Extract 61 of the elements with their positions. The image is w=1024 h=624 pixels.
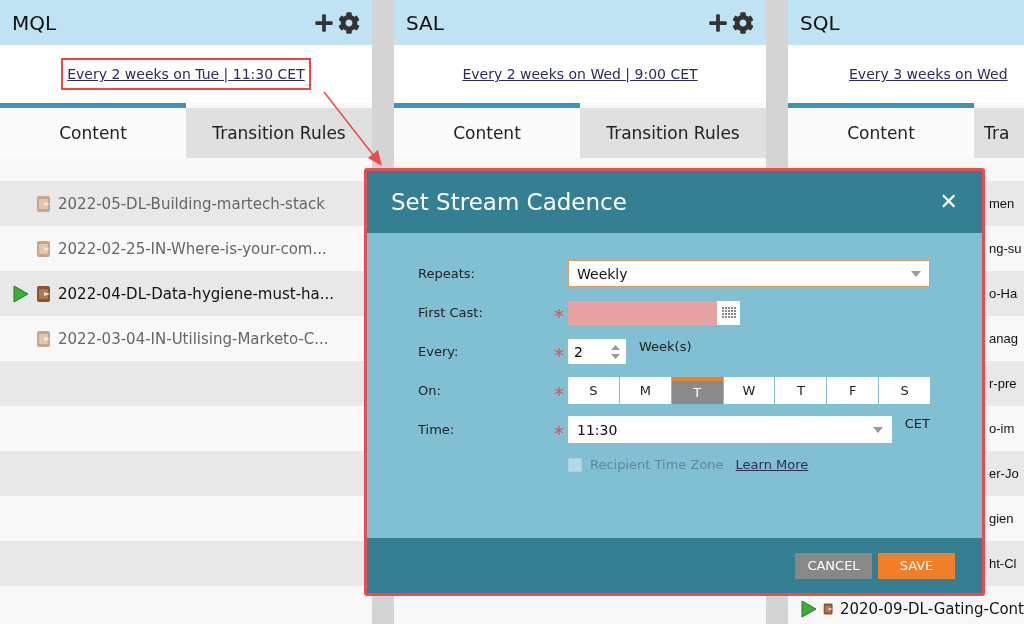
settings-icon[interactable]: [338, 11, 360, 34]
time-select[interactable]: 11:30: [568, 416, 892, 443]
calendar-button[interactable]: [717, 300, 740, 325]
document-icon: [36, 239, 52, 258]
repeats-select[interactable]: Weekly: [568, 260, 930, 287]
required-mark: *: [554, 302, 565, 326]
timezone-label: CET: [904, 416, 930, 431]
caret-icon: [911, 270, 921, 277]
tab[interactable]: Transition Rules: [580, 108, 766, 158]
day-toggle[interactable]: F: [827, 377, 879, 404]
settings-icon[interactable]: [732, 11, 754, 34]
number-spinner[interactable]: 2: [568, 339, 626, 364]
content-item[interactable]: o-im: [989, 421, 1015, 436]
content-item[interactable]: ng-su: [989, 241, 1022, 256]
cadence-link[interactable]: Every 2 weeks on Tue | 11:30 CET: [61, 58, 311, 90]
content-item[interactable]: men: [989, 196, 1015, 211]
checkbox-label: Recipient Time Zone: [590, 457, 724, 472]
document-icon: [36, 194, 52, 213]
tab[interactable]: Tra: [974, 108, 1024, 158]
content-item[interactable]: ht-Cl: [989, 556, 1017, 571]
document-icon: [36, 329, 52, 348]
play-icon: [801, 599, 817, 618]
field-label: Every:: [418, 344, 460, 359]
dialog-title: Set Stream Cadence: [391, 189, 627, 215]
stream-title: SQL: [800, 10, 840, 35]
required-mark: *: [554, 380, 565, 404]
field-label: Repeats:: [418, 266, 476, 281]
day-toggle[interactable]: M: [619, 377, 671, 404]
caret-icon: [872, 426, 883, 433]
date-field[interactable]: [568, 300, 717, 325]
required-mark: *: [554, 419, 565, 443]
day-toggle[interactable]: W: [723, 377, 775, 404]
add-icon[interactable]: [708, 12, 728, 33]
add-icon[interactable]: [314, 12, 334, 33]
cancel-button[interactable]: CANCEL: [795, 552, 872, 579]
day-toggle[interactable]: S: [879, 377, 930, 404]
required-mark: *: [554, 341, 565, 365]
play-icon: [13, 284, 29, 303]
content-item[interactable]: r-pre: [989, 376, 1017, 391]
content-item[interactable]: 2022-02-25-IN-Where-is-your-com...: [58, 239, 327, 258]
day-toggle[interactable]: S: [568, 377, 619, 404]
field-label: First Cast:: [418, 305, 484, 320]
unit-label: Week(s): [639, 339, 692, 354]
content-item[interactable]: er-Jo: [989, 466, 1019, 481]
stream-title: SAL: [406, 10, 444, 35]
document-icon: [36, 284, 52, 303]
calendar-icon: [721, 307, 736, 318]
content-item[interactable]: anag: [989, 331, 1018, 346]
stream-title: MQL: [12, 10, 57, 35]
tab[interactable]: Transition Rules: [186, 108, 372, 158]
content-item[interactable]: o-Ha: [989, 286, 1018, 301]
content-item[interactable]: 2022-03-04-IN-Utilising-Marketo-C...: [58, 329, 329, 348]
content-item[interactable]: 2022-04-DL-Data-hygiene-must-ha...: [58, 284, 335, 303]
close-button[interactable]: ✕: [939, 191, 958, 213]
field-label: Time:: [418, 422, 456, 437]
field-label: On:: [418, 383, 442, 398]
content-item[interactable]: gien: [989, 511, 1014, 526]
content-item[interactable]: 2020-09-DL-Gating-Cont: [839, 599, 1024, 618]
content-item[interactable]: 2022-05-DL-Building-martech-stack: [58, 194, 325, 213]
learn-more-link[interactable]: Learn More: [735, 457, 809, 472]
day-toggle[interactable]: T: [775, 377, 827, 404]
